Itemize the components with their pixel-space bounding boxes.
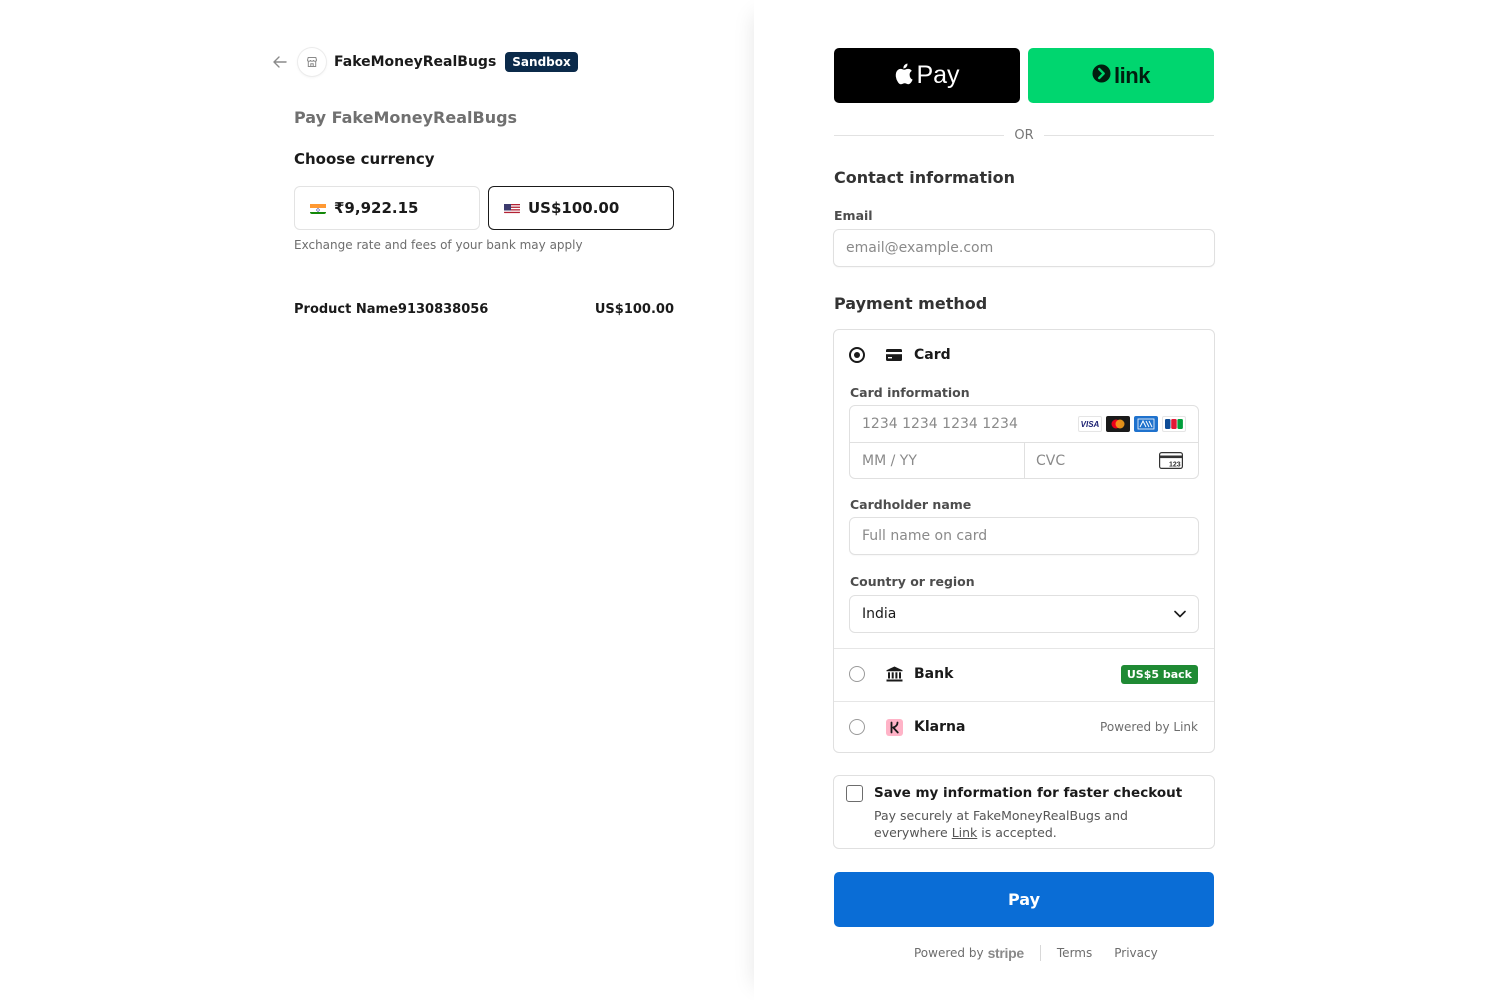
amex-icon bbox=[1134, 416, 1158, 432]
method-separator bbox=[834, 701, 1214, 702]
divider-line bbox=[834, 134, 1005, 136]
india-flag-icon bbox=[310, 202, 326, 214]
merchant-name: FakeMoneyRealBugs bbox=[334, 54, 497, 70]
mastercard-icon bbox=[1106, 416, 1130, 432]
chevron-down-icon bbox=[1174, 606, 1186, 622]
privacy-link[interactable]: Privacy bbox=[1114, 946, 1157, 960]
save-info-checkbox[interactable] bbox=[846, 785, 863, 802]
powered-by-text: Powered by bbox=[914, 946, 984, 960]
cvc-input[interactable] bbox=[1036, 451, 1146, 471]
email-input[interactable] bbox=[833, 229, 1215, 267]
currency-option-inr[interactable]: ₹9,922.15 bbox=[294, 186, 480, 230]
back-arrow-icon[interactable] bbox=[270, 52, 290, 72]
payment-panel: Pay link OR Contact information Email Pa… bbox=[754, 0, 1508, 1000]
choose-currency-heading: Choose currency bbox=[294, 150, 435, 168]
pay-button[interactable]: Pay bbox=[834, 872, 1214, 927]
card-radio[interactable] bbox=[849, 347, 865, 363]
terms-link[interactable]: Terms bbox=[1057, 946, 1092, 960]
us-flag-icon bbox=[504, 202, 520, 214]
method-separator bbox=[834, 648, 1214, 649]
link-logo-icon bbox=[1092, 64, 1111, 87]
link-info-link[interactable]: Link bbox=[952, 825, 978, 840]
bank-radio[interactable] bbox=[849, 666, 865, 682]
footer: Powered by stripe Terms Privacy bbox=[914, 945, 1158, 961]
apple-pay-button[interactable]: Pay bbox=[834, 48, 1020, 103]
expiry-input[interactable] bbox=[862, 451, 1012, 471]
link-button[interactable]: link bbox=[1028, 48, 1214, 103]
merchant-logo-icon bbox=[298, 48, 326, 76]
link-label: link bbox=[1114, 62, 1150, 88]
klarna-radio[interactable] bbox=[849, 719, 865, 735]
cvc-card-icon: 123 bbox=[1159, 452, 1183, 473]
country-select[interactable]: India bbox=[849, 595, 1199, 633]
currency-option-usd[interactable]: US$100.00 bbox=[488, 186, 674, 230]
currency-amount-inr: ₹9,922.15 bbox=[334, 199, 419, 217]
card-info-fields: VISA 123 bbox=[849, 405, 1199, 479]
cashback-badge: US$5 back bbox=[1120, 665, 1198, 684]
card-brands: VISA bbox=[1078, 416, 1186, 432]
merchant-header: FakeMoneyRealBugs Sandbox bbox=[270, 46, 578, 78]
product-name: Product Name9130838056 bbox=[294, 302, 489, 317]
cardholder-label: Cardholder name bbox=[850, 497, 972, 512]
sandbox-badge: Sandbox bbox=[505, 52, 578, 72]
country-label: Country or region bbox=[850, 574, 975, 589]
currency-amount-usd: US$100.00 bbox=[528, 199, 620, 217]
save-info-description: Pay securely at FakeMoneyRealBugs and ev… bbox=[874, 807, 1204, 841]
card-field-divider bbox=[1024, 443, 1025, 479]
stripe-logo[interactable]: stripe bbox=[988, 945, 1025, 961]
visa-icon: VISA bbox=[1078, 416, 1102, 432]
card-label: Card bbox=[914, 347, 951, 363]
bank-icon bbox=[885, 665, 903, 683]
card-icon bbox=[885, 346, 903, 364]
bank-label: Bank bbox=[914, 666, 954, 682]
card-number-input[interactable] bbox=[862, 414, 1072, 434]
apple-pay-label: Pay bbox=[916, 61, 960, 89]
card-info-label: Card information bbox=[850, 385, 970, 400]
svg-text:123: 123 bbox=[1169, 462, 1181, 469]
save-info-box: Save my information for faster checkout … bbox=[833, 775, 1215, 849]
save-info-title: Save my information for faster checkout bbox=[874, 785, 1183, 801]
save-info-desc-suffix: is accepted. bbox=[977, 825, 1057, 840]
line-item: Product Name9130838056 US$100.00 bbox=[294, 302, 674, 317]
klarna-icon bbox=[885, 718, 903, 736]
product-price: US$100.00 bbox=[594, 302, 674, 317]
payment-method-heading: Payment method bbox=[834, 294, 988, 313]
or-divider: OR bbox=[834, 126, 1215, 144]
cardholder-input[interactable] bbox=[849, 517, 1199, 555]
apple-logo-icon bbox=[894, 63, 914, 89]
pay-title: Pay FakeMoneyRealBugs bbox=[294, 108, 518, 127]
klarna-label: Klarna bbox=[914, 719, 966, 735]
payment-method-list: Card Card information VISA 123 bbox=[833, 329, 1215, 753]
jcb-icon bbox=[1162, 416, 1186, 432]
or-text: OR bbox=[1014, 127, 1034, 143]
divider-line bbox=[1043, 134, 1215, 136]
footer-divider bbox=[1039, 945, 1041, 961]
contact-heading: Contact information bbox=[834, 168, 1015, 187]
country-value: India bbox=[862, 606, 897, 622]
order-summary-panel: FakeMoneyRealBugs Sandbox Pay FakeMoneyR… bbox=[0, 0, 754, 1000]
email-label: Email bbox=[834, 208, 873, 223]
fees-note: Exchange rate and fees of your bank may … bbox=[294, 238, 583, 252]
klarna-powered-note: Powered by Link bbox=[1100, 720, 1198, 734]
